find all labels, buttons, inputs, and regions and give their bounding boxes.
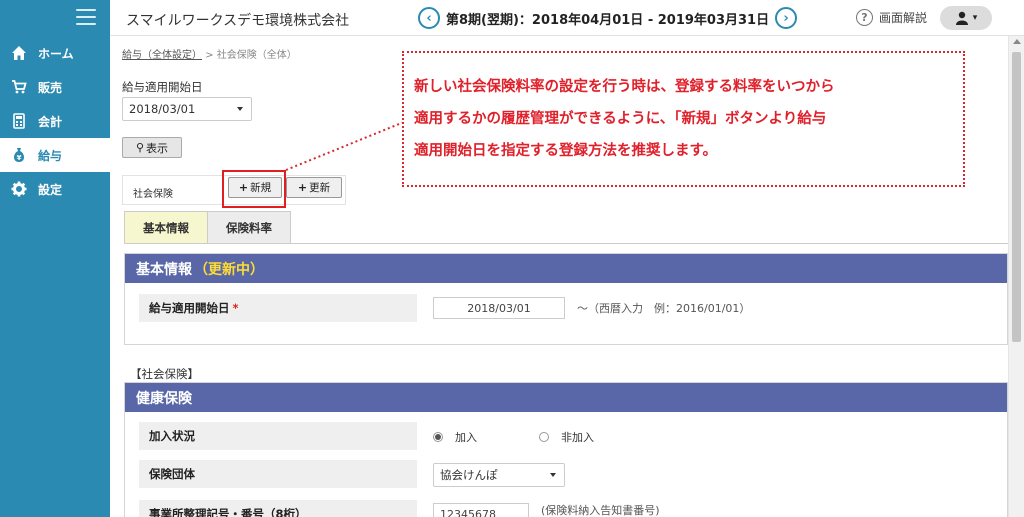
start-date-select-value: 2018/03/01 xyxy=(129,102,196,116)
radio-label: 非加入 xyxy=(561,431,594,444)
social-insurance-label: 社会保険 xyxy=(133,189,173,200)
office-number-row: 事業所整理記号・番号（8桁） 12345678 (保険料納入告知書番号) xyxy=(139,500,995,517)
chevron-right-icon: › xyxy=(783,10,789,26)
start-date-label: 給与適用開始日 xyxy=(149,301,230,315)
row-label: 給与適用開始日 * xyxy=(139,294,417,322)
user-menu-button[interactable]: ▾ xyxy=(940,6,992,30)
insurance-group-row: 保険団体 協会けんぽ xyxy=(139,460,995,488)
plus-icon: + xyxy=(238,181,249,194)
gear-icon xyxy=(10,180,28,198)
enroll-radio-join[interactable]: 加入 xyxy=(433,429,477,445)
update-button-label: 更新 xyxy=(309,182,331,194)
sidebar-item-home[interactable]: ホーム xyxy=(0,36,110,70)
new-button[interactable]: + 新規 xyxy=(228,177,282,198)
status-badge: （更新中） xyxy=(194,261,264,278)
office-number-input[interactable]: 12345678 xyxy=(433,503,529,517)
breadcrumb: 給与（全体設定） > 社会保険（全体） xyxy=(122,46,297,61)
tab-basic-info[interactable]: 基本情報 xyxy=(124,211,208,243)
sidebar-item-payroll[interactable]: ¥ 給与 xyxy=(0,138,110,172)
radio-label: 加入 xyxy=(455,431,477,444)
new-button-label: 新規 xyxy=(250,182,272,194)
insurance-group-select[interactable]: 協会けんぽ xyxy=(433,463,565,487)
sidebar-item-label: 給与 xyxy=(38,148,63,163)
sidebar: ホーム 販売 会計 ¥ 給与 設定 xyxy=(0,0,110,517)
tab-insurance-rate[interactable]: 保険料率 xyxy=(208,211,291,243)
panel-header: 健康保険 xyxy=(125,383,1007,412)
enroll-status-row: 加入状況 加入 非加入 xyxy=(139,422,995,450)
prev-period-button[interactable]: ‹ xyxy=(418,7,440,29)
callout-line: 新しい社会保険料率の設定を行う時は、登録する料率をいつから xyxy=(414,79,835,95)
sidebar-item-label: 設定 xyxy=(38,182,63,197)
money-bag-icon: ¥ xyxy=(10,146,28,164)
radio-unselected-icon xyxy=(539,432,549,442)
callout-line: 適用開始日を指定する登録方法を推奨します。 xyxy=(414,143,718,159)
update-button[interactable]: + 更新 xyxy=(286,177,342,198)
show-button[interactable]: ⚲ 表示 xyxy=(122,137,182,158)
sidebar-nav: ホーム 販売 会計 ¥ 給与 設定 xyxy=(0,36,110,206)
start-date-select[interactable]: 2018/03/01 xyxy=(122,97,252,121)
help-label: 画面解説 xyxy=(879,11,928,25)
section-label: 【社会保険】 xyxy=(130,367,199,381)
svg-text:¥: ¥ xyxy=(17,154,22,162)
insurance-group-label: 保険団体 xyxy=(139,460,417,488)
annotation-callout: 新しい社会保険料率の設定を行う時は、登録する料率をいつから 適用するかの履歴管理… xyxy=(402,51,965,187)
calculator-icon xyxy=(10,112,28,130)
callout-line: 適用するかの履歴管理ができるように、「新規」ボタンより給与 xyxy=(414,111,827,127)
radio-selected-icon xyxy=(433,432,443,442)
hamburger-menu-icon[interactable] xyxy=(76,9,96,25)
insurance-group-value: 協会けんぽ xyxy=(440,468,498,482)
period-selector: ‹ 第8期(翌期)：2018年04月01日 - 2019年03月31日 › xyxy=(418,7,798,29)
panel-title: 基本情報 xyxy=(136,261,192,278)
panel-header: 基本情報 （更新中） xyxy=(125,254,1007,283)
dropdown-arrow-icon xyxy=(237,107,243,111)
start-date-hint: ～（西暦入力 例：2016/01/01） xyxy=(577,302,751,315)
tab-bar: 基本情報 保険料率 xyxy=(124,211,291,243)
fiscal-period: 第8期(翌期)：2018年04月01日 - 2019年03月31日 xyxy=(446,12,770,28)
page-scrollbar[interactable] xyxy=(1008,36,1024,517)
sidebar-item-label: ホーム xyxy=(38,46,74,61)
start-date-row: 給与適用開始日 * 2018/03/01 ～（西暦入力 例：2016/01/01… xyxy=(139,294,995,322)
company-name: スマイルワークスデモ環境株式会社 xyxy=(126,13,350,29)
dropdown-arrow-icon xyxy=(550,473,556,477)
tab-divider xyxy=(124,243,1008,244)
search-icon: ⚲ xyxy=(135,141,145,154)
scroll-thumb[interactable] xyxy=(1012,52,1021,342)
enroll-status-label: 加入状況 xyxy=(139,422,417,450)
next-period-button[interactable]: › xyxy=(775,7,798,29)
breadcrumb-current: 社会保険（全体） xyxy=(216,50,297,61)
start-date-input[interactable]: 2018/03/01 xyxy=(433,297,565,319)
chevron-down-icon: ▾ xyxy=(972,13,978,23)
office-number-hint: (保険料納入告知書番号) xyxy=(541,504,660,517)
basic-info-panel: 基本情報 （更新中） 給与適用開始日 * 2018/03/01 ～（西暦入力 例… xyxy=(124,253,1008,345)
user-icon xyxy=(955,11,968,25)
sidebar-item-sales[interactable]: 販売 xyxy=(0,70,110,104)
cart-icon xyxy=(10,78,28,96)
show-button-label: 表示 xyxy=(146,141,169,155)
breadcrumb-separator: > xyxy=(205,50,214,61)
health-insurance-panel: 健康保険 加入状況 加入 非加入 保険団体 協会けんぽ 事業所整理記号・番号（8… xyxy=(124,382,1008,517)
scroll-up-arrow-icon[interactable] xyxy=(1013,39,1021,44)
screen-help-link[interactable]: ? 画面解説 xyxy=(856,9,927,26)
question-icon: ? xyxy=(856,9,873,26)
sidebar-item-label: 販売 xyxy=(38,80,63,95)
sidebar-item-settings[interactable]: 設定 xyxy=(0,172,110,206)
office-number-label: 事業所整理記号・番号（8桁） xyxy=(139,500,417,517)
chevron-left-icon: ‹ xyxy=(426,10,432,26)
sidebar-item-label: 会計 xyxy=(38,114,63,129)
breadcrumb-link-payroll[interactable]: 給与（全体設定） xyxy=(122,50,202,61)
top-header: スマイルワークスデモ環境株式会社 ‹ 第8期(翌期)：2018年04月01日 -… xyxy=(110,0,1024,36)
required-mark: * xyxy=(232,301,239,315)
home-icon xyxy=(10,44,28,62)
panel-title: 健康保険 xyxy=(136,390,192,407)
enroll-radio-not-join[interactable]: 非加入 xyxy=(539,429,594,445)
start-date-filter-label: 給与適用開始日 xyxy=(122,80,203,94)
plus-icon: + xyxy=(297,181,308,194)
sidebar-item-accounting[interactable]: 会計 xyxy=(0,104,110,138)
